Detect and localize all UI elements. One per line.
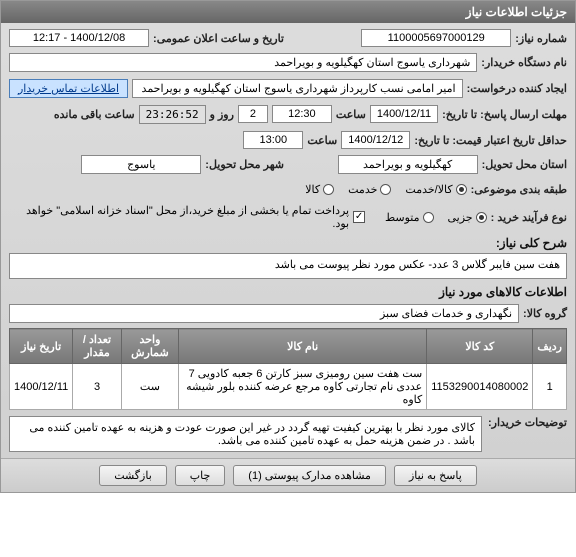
- days-remaining: 2: [238, 105, 268, 123]
- need-details-panel: جزئیات اطلاعات نیاز شماره نیاز: 11000056…: [0, 0, 576, 493]
- announce-value: 1400/12/08 - 12:17: [9, 29, 149, 47]
- buyer-org-label: نام دستگاه خریدار:: [481, 56, 567, 69]
- buyer-notes-text: کالای مورد نظر با بهترین کیفیت تهیه گردد…: [9, 416, 482, 452]
- col-row: ردیف: [533, 329, 567, 364]
- group-label: گروه کالا:: [523, 307, 567, 320]
- back-button[interactable]: بازگشت: [99, 465, 167, 486]
- radio-both-label: کالا/خدمت: [405, 183, 452, 196]
- validity-time: 13:00: [243, 131, 303, 149]
- cell-row: 1: [533, 364, 567, 410]
- cell-date: 1400/12/11: [10, 364, 73, 410]
- radio-medium-label: متوسط: [385, 211, 420, 224]
- classify-group: کالا/خدمت خدمت کالا: [305, 183, 466, 196]
- table-header-row: ردیف کد کالا نام کالا واحد شمارش تعداد /…: [10, 329, 567, 364]
- deadline-time: 12:30: [272, 105, 332, 123]
- col-unit: واحد شمارش: [121, 329, 178, 364]
- col-date: تاریخ نیاز: [10, 329, 73, 364]
- radio-dot-icon: [476, 212, 487, 223]
- cell-qty: 3: [73, 364, 121, 410]
- validity-date: 1400/12/12: [341, 131, 410, 149]
- province-label: استان محل تحویل:: [482, 158, 567, 171]
- buyer-notes-label: توضیحات خریدار:: [488, 416, 567, 452]
- radio-goods-label: کالا: [305, 183, 320, 196]
- button-bar: پاسخ به نیاز مشاهده مدارک پیوستی (1) چاپ…: [1, 458, 575, 492]
- summary-label: شرح کلی نیاز:: [9, 236, 567, 250]
- summary-text: هفت سین فایبر گلاس 3 عدد- عکس مورد نظر پ…: [9, 253, 567, 279]
- province-value: کهگیلویه و بویراحمد: [338, 155, 478, 174]
- requester-value: امیر امامی نسب کارپرداز شهرداری یاسوج اس…: [132, 79, 463, 98]
- countdown-timer: 23:26:52: [139, 105, 206, 124]
- city-label: شهر محل تحویل:: [205, 158, 284, 171]
- col-qty: تعداد / مقدار: [73, 329, 121, 364]
- col-name: نام کالا: [179, 329, 427, 364]
- attachments-button[interactable]: مشاهده مدارک پیوستی (1): [233, 465, 386, 486]
- process-group: جزیی متوسط: [385, 211, 487, 224]
- radio-partial-label: جزیی: [448, 211, 473, 224]
- announce-label: تاریخ و ساعت اعلان عمومی:: [153, 32, 284, 45]
- cell-code: 1153290014080002: [427, 364, 533, 410]
- group-value: نگهداری و خدمات فضای سبز: [9, 304, 519, 323]
- classify-label: طبقه بندی موضوعی:: [471, 183, 567, 196]
- radio-partial[interactable]: جزیی: [448, 211, 487, 224]
- cell-unit: ست: [121, 364, 178, 410]
- requester-label: ایجاد کننده درخواست:: [467, 82, 567, 95]
- process-label: نوع فرآیند خرید :: [491, 211, 567, 224]
- day-label: روز و: [210, 108, 234, 121]
- contact-link[interactable]: اطلاعات تماس خریدار: [9, 79, 128, 98]
- radio-medium[interactable]: متوسط: [385, 211, 434, 224]
- radio-dot-icon: [456, 184, 467, 195]
- radio-dot-icon: [380, 184, 391, 195]
- radio-goods[interactable]: کالا: [305, 183, 334, 196]
- validity-time-label: ساعت: [307, 134, 337, 147]
- payment-note: پرداخت تمام یا بخشی از مبلغ خرید،از محل …: [9, 204, 349, 230]
- validity-label: حداقل تاریخ اعتبار قیمت: تا تاریخ:: [414, 134, 567, 147]
- radio-both[interactable]: کالا/خدمت: [405, 183, 466, 196]
- remain-label: ساعت باقی مانده: [54, 108, 135, 121]
- deadline-date: 1400/12/11: [370, 105, 438, 123]
- deadline-time-label: ساعت: [336, 108, 366, 121]
- cell-name: ست هفت سین رومیزی سبز کارتن 6 جعبه کادوی…: [179, 364, 427, 410]
- need-no-value: 1100005697000129: [361, 29, 511, 47]
- city-value: یاسوج: [81, 155, 201, 174]
- deadline-label: مهلت ارسال پاسخ: تا تاریخ:: [442, 108, 567, 121]
- radio-dot-icon: [423, 212, 434, 223]
- buyer-org-value: شهرداری یاسوج استان کهگیلویه و بویراحمد: [9, 53, 477, 72]
- col-code: کد کالا: [427, 329, 533, 364]
- table-row: 1 1153290014080002 ست هفت سین رومیزی سبز…: [10, 364, 567, 410]
- need-no-label: شماره نیاز:: [515, 32, 567, 45]
- radio-service-label: خدمت: [348, 183, 377, 196]
- radio-dot-icon: [323, 184, 334, 195]
- form-body: شماره نیاز: 1100005697000129 تاریخ و ساع…: [1, 23, 575, 458]
- items-table: ردیف کد کالا نام کالا واحد شمارش تعداد /…: [9, 328, 567, 410]
- radio-service[interactable]: خدمت: [348, 183, 391, 196]
- print-button[interactable]: چاپ: [175, 465, 226, 486]
- panel-title: جزئیات اطلاعات نیاز: [1, 1, 575, 23]
- items-section-title: اطلاعات کالاهای مورد نیاز: [9, 285, 567, 299]
- treasury-checkbox[interactable]: [353, 211, 365, 223]
- reply-button[interactable]: پاسخ به نیاز: [394, 465, 477, 486]
